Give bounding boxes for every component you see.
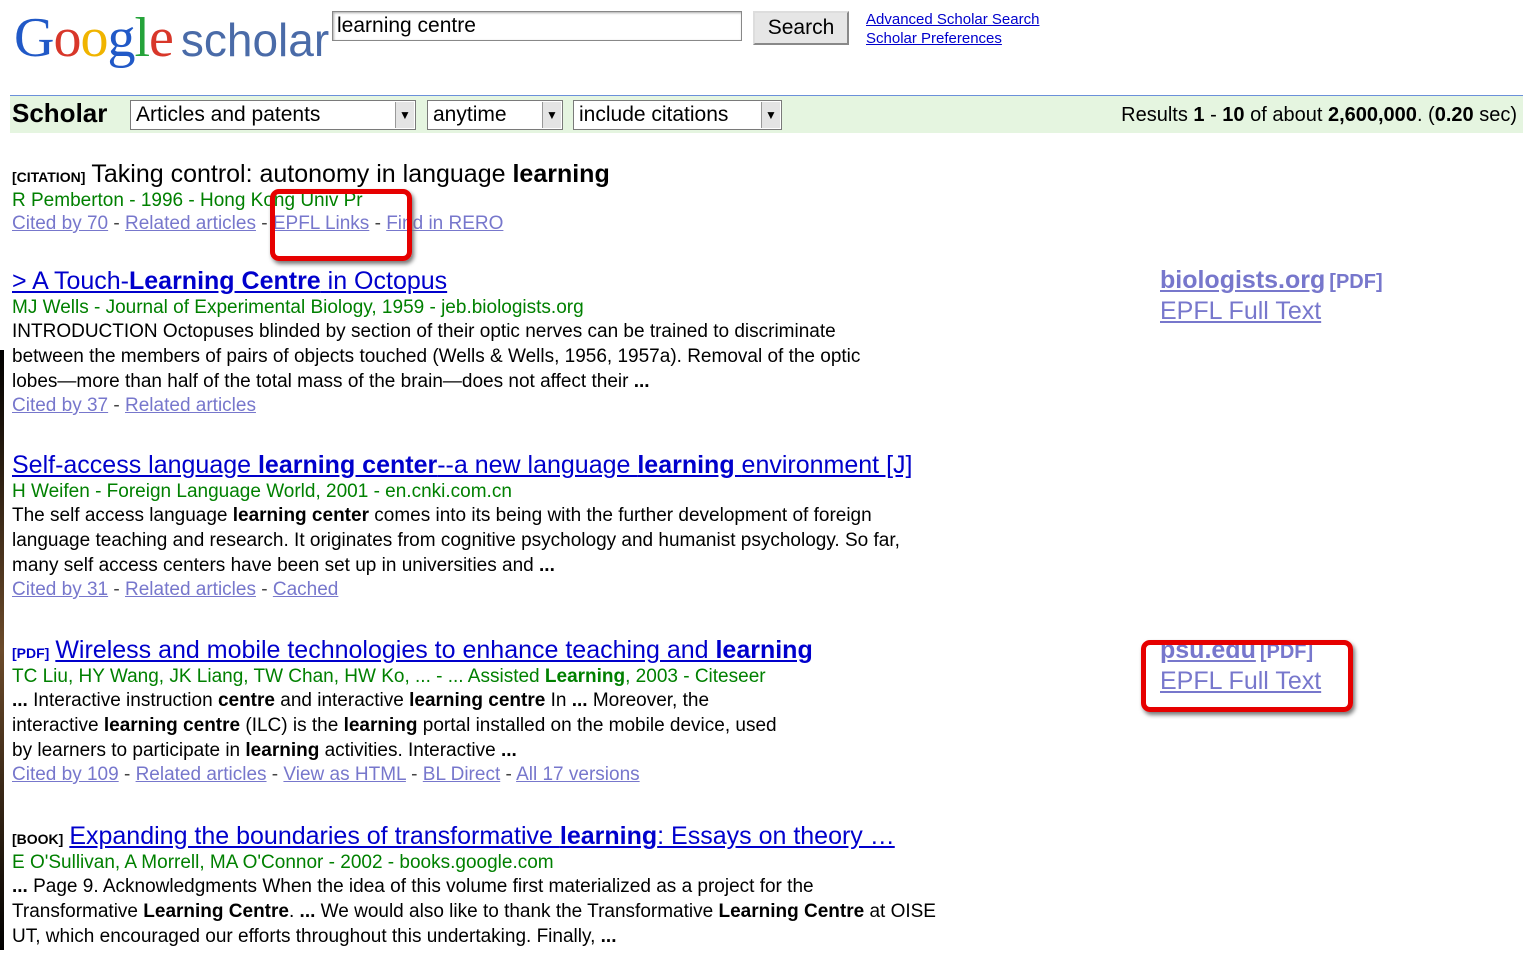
highlight-box-epfl-links <box>270 189 412 261</box>
related-articles-link[interactable]: Related articles <box>125 213 256 234</box>
result-snippet: INTRODUCTION Octopuses blinded by sectio… <box>12 321 861 392</box>
pdf-label: [PDF] <box>1329 271 1383 293</box>
view-as-html-link[interactable]: View as HTML <box>283 764 405 785</box>
select-value: include citations <box>579 103 729 126</box>
chevron-down-icon: ▼ <box>761 102 780 128</box>
result-item: [CITATION] Taking control: autonomy in la… <box>12 160 952 235</box>
content-type-select[interactable]: Articles and patents ▼ <box>130 100 416 130</box>
highlight-box-epfl-full-text <box>1141 640 1353 712</box>
result-tag: [CITATION] <box>12 169 86 185</box>
result-snippet: ... Page 9. Acknowledgments When the ide… <box>12 876 936 947</box>
result-snippet: The self access language learning center… <box>12 505 900 576</box>
result-item: Self-access language learning center--a … <box>12 451 952 601</box>
result-tag: [BOOK] <box>12 831 64 847</box>
fulltext-side: biologists.org [PDF] EPFL Full Text <box>1160 266 1383 326</box>
result-item: [BOOK] Expanding the boundaries of transf… <box>12 822 952 949</box>
result-meta: R Pemberton - 1996 - Hong Kong Univ Pr <box>12 190 363 211</box>
result-links: Cited by 70 - Related articles - EPFL Li… <box>12 213 504 234</box>
search-input[interactable] <box>332 11 742 41</box>
result-links: Cited by 31 - Related articles - Cached <box>12 579 339 600</box>
scholar-heading: Scholar <box>12 98 108 128</box>
chevron-down-icon: ▼ <box>542 102 561 128</box>
result-tag: [PDF] <box>12 645 50 661</box>
chevron-down-icon: ▼ <box>395 102 414 128</box>
scholar-preferences-link[interactable]: Scholar Preferences <box>866 29 1039 48</box>
epfl-full-text-link[interactable]: EPFL Full Text <box>1160 297 1321 325</box>
date-range-select[interactable]: anytime ▼ <box>427 100 563 130</box>
bl-direct-link[interactable]: BL Direct <box>423 764 500 785</box>
left-edge-decoration <box>0 350 4 950</box>
result-title: [CITATION] Taking control: autonomy in la… <box>12 160 610 188</box>
cited-by-link[interactable]: Cited by 31 <box>12 579 108 600</box>
citations-select[interactable]: include citations ▼ <box>573 100 782 130</box>
result-title[interactable]: [PDF] Wireless and mobile technologies to… <box>12 636 952 665</box>
cited-by-link[interactable]: Cited by 70 <box>12 213 108 234</box>
related-articles-link[interactable]: Related articles <box>125 395 256 416</box>
result-item: > A Touch-Learning Centre in Octopus MJ … <box>12 267 952 417</box>
select-value: anytime <box>433 103 507 126</box>
result-meta: E O'Sullivan, A Morrell, MA O'Connor - 2… <box>12 852 554 873</box>
related-articles-link[interactable]: Related articles <box>136 764 267 785</box>
related-articles-link[interactable]: Related articles <box>125 579 256 600</box>
select-value: Articles and patents <box>136 103 321 126</box>
google-scholar-logo[interactable]: Google scholar <box>14 6 330 69</box>
pdf-source-link[interactable]: biologists.org <box>1160 266 1325 294</box>
advanced-search-link[interactable]: Advanced Scholar Search <box>866 10 1039 29</box>
search-button[interactable]: Search <box>753 11 849 45</box>
all-versions-link[interactable]: All 17 versions <box>516 764 640 785</box>
result-snippet: ... Interactive instruction centre and i… <box>12 690 777 761</box>
result-links: Cited by 109 - Related articles - View a… <box>12 764 640 785</box>
cached-link[interactable]: Cached <box>273 579 339 600</box>
scholar-logo-text: scholar <box>180 14 330 66</box>
result-links: Cited by 37 - Related articles <box>12 395 256 416</box>
cited-by-link[interactable]: Cited by 37 <box>12 395 108 416</box>
result-meta: MJ Wells - Journal of Experimental Biolo… <box>12 297 584 318</box>
result-title[interactable]: > A Touch-Learning Centre in Octopus <box>12 267 952 296</box>
result-title[interactable]: [BOOK] Expanding the boundaries of transf… <box>12 822 952 851</box>
result-meta: H Weifen - Foreign Language World, 2001 … <box>12 481 512 502</box>
result-meta: TC Liu, HY Wang, JK Liang, TW Chan, HW K… <box>12 666 766 687</box>
results-count: Results 1 - 10 of about 2,600,000. (0.20… <box>1121 104 1517 126</box>
result-title[interactable]: Self-access language learning center--a … <box>12 451 952 480</box>
result-item: [PDF] Wireless and mobile technologies to… <box>12 636 952 786</box>
google-logo-text: Google <box>14 7 174 69</box>
results-bar: Scholar Articles and patents ▼ anytime ▼ i… <box>10 95 1523 133</box>
cited-by-link[interactable]: Cited by 109 <box>12 764 119 785</box>
